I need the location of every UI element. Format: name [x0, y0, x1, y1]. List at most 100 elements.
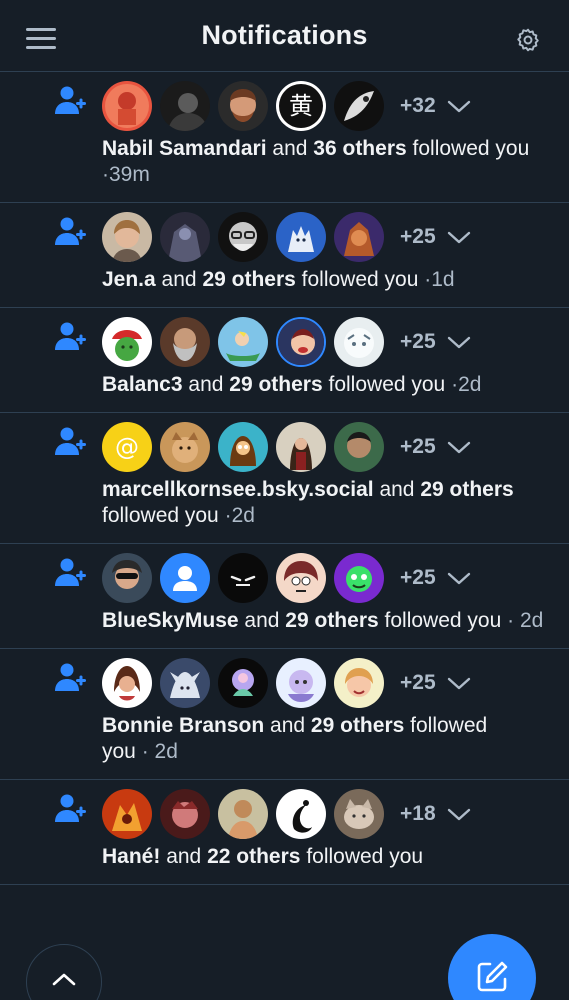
more-count: +25	[400, 225, 436, 248]
user-name[interactable]: Nabil Samandari	[102, 137, 267, 160]
timestamp: 2d	[154, 740, 178, 763]
timestamp: 1d	[431, 268, 455, 291]
person-plus-icon	[55, 558, 86, 586]
more-count: +25	[400, 330, 436, 353]
avatar[interactable]	[160, 789, 210, 839]
more-count: +25	[400, 435, 436, 458]
person-plus-icon	[55, 217, 86, 245]
avatar[interactable]	[276, 422, 326, 472]
more-count: +25	[400, 671, 436, 694]
avatar-row: +25	[102, 653, 553, 713]
avatar[interactable]	[102, 81, 152, 131]
avatar[interactable]	[334, 317, 384, 367]
menu-button[interactable]	[26, 28, 56, 52]
chevron-down-icon[interactable]	[446, 569, 472, 587]
person-plus-icon	[55, 86, 86, 114]
avatar[interactable]	[334, 658, 384, 708]
avatar-row: +25	[102, 207, 553, 267]
notification-text: Nabil Samandari and 36 others followed y…	[102, 137, 530, 186]
avatar[interactable]	[160, 658, 210, 708]
chevron-down-icon[interactable]	[446, 97, 472, 115]
avatar-row: 黄 +32	[102, 76, 553, 136]
person-plus-icon	[55, 322, 86, 350]
avatar[interactable]	[276, 553, 326, 603]
avatar-row: +18	[102, 784, 553, 844]
avatar[interactable]	[334, 553, 384, 603]
gear-icon[interactable]	[515, 27, 541, 53]
avatar[interactable]	[276, 212, 326, 262]
notification-text: Balanc3 and 29 others followed you ·2d	[102, 373, 482, 396]
scroll-to-top-button[interactable]	[26, 944, 102, 1000]
user-name[interactable]: Hané!	[102, 845, 160, 868]
page-title: Notifications	[201, 20, 368, 50]
avatar[interactable]	[276, 658, 326, 708]
avatar[interactable]	[218, 317, 268, 367]
avatar[interactable]	[160, 81, 210, 131]
notification-item[interactable]: +25 Balanc3 and 29 others followed you ·…	[0, 308, 569, 413]
svg-text:@: @	[115, 433, 139, 461]
user-name[interactable]: Balanc3	[102, 373, 183, 396]
person-plus-icon	[55, 663, 86, 691]
user-name[interactable]: Jen.a	[102, 268, 156, 291]
timestamp: 2d	[231, 504, 255, 527]
avatar-row: +25	[102, 548, 553, 608]
user-name[interactable]: Bonnie Branson	[102, 714, 264, 737]
timestamp: 2d	[519, 609, 544, 632]
avatar[interactable]	[276, 789, 326, 839]
menu-icon	[26, 28, 56, 31]
notifications-feed: 黄 +32 Nabil Samandari and 36 others foll…	[0, 72, 569, 885]
chevron-up-icon	[52, 973, 76, 986]
avatar[interactable]	[102, 212, 152, 262]
avatar[interactable]	[102, 789, 152, 839]
user-name[interactable]: marcellkornsee.bsky.social	[102, 478, 374, 501]
avatar[interactable]	[160, 317, 210, 367]
chevron-down-icon[interactable]	[446, 674, 472, 692]
notification-text: Hané! and 22 others followed you	[102, 845, 424, 868]
svg-text:黄: 黄	[289, 92, 313, 120]
notification-item[interactable]: +18 Hané! and 22 others followed you	[0, 780, 569, 885]
avatar-row: +25	[102, 312, 553, 372]
avatar[interactable]	[160, 422, 210, 472]
avatar[interactable]	[334, 212, 384, 262]
notification-text: Jen.a and 29 others followed you ·1d	[102, 268, 455, 291]
person-plus-icon	[55, 794, 86, 822]
avatar[interactable]: 黄	[276, 81, 326, 131]
avatar[interactable]	[276, 317, 326, 367]
avatar[interactable]	[218, 81, 268, 131]
notification-text: Bonnie Branson and 29 others followed yo…	[102, 714, 488, 763]
compose-button[interactable]	[448, 934, 536, 1000]
notification-text: marcellkornsee.bsky.social and 29 others…	[102, 478, 514, 527]
avatar[interactable]	[160, 212, 210, 262]
avatar[interactable]	[218, 212, 268, 262]
avatar[interactable]	[218, 658, 268, 708]
avatar[interactable]	[218, 422, 268, 472]
app-header: Notifications	[0, 0, 569, 72]
avatar[interactable]	[102, 658, 152, 708]
avatar[interactable]	[334, 422, 384, 472]
notification-item[interactable]: +25 Bonnie Branson and 29 others followe…	[0, 649, 569, 780]
notification-item[interactable]: @ +25 marcellkornsee.bsky.social and 29 …	[0, 413, 569, 544]
avatar[interactable]	[102, 553, 152, 603]
avatar[interactable]	[334, 789, 384, 839]
timestamp: 2d	[458, 373, 482, 396]
avatar[interactable]	[218, 553, 268, 603]
notification-item[interactable]: +25 BlueSkyMuse and 29 others followed y…	[0, 544, 569, 649]
chevron-down-icon[interactable]	[446, 228, 472, 246]
notification-item[interactable]: 黄 +32 Nabil Samandari and 36 others foll…	[0, 72, 569, 203]
notification-item[interactable]: +25 Jen.a and 29 others followed you ·1d	[0, 203, 569, 308]
compose-icon	[477, 961, 508, 992]
more-count: +25	[400, 566, 436, 589]
avatar[interactable]	[160, 553, 210, 603]
timestamp: 39m	[109, 163, 150, 186]
avatar[interactable]	[218, 789, 268, 839]
notification-text: BlueSkyMuse and 29 others followed you ·…	[102, 609, 544, 632]
chevron-down-icon[interactable]	[446, 438, 472, 456]
avatar-row: @ +25	[102, 417, 553, 477]
avatar[interactable]: @	[102, 422, 152, 472]
chevron-down-icon[interactable]	[446, 805, 472, 823]
more-count: +32	[400, 94, 436, 117]
chevron-down-icon[interactable]	[446, 333, 472, 351]
avatar[interactable]	[102, 317, 152, 367]
user-name[interactable]: BlueSkyMuse	[102, 609, 239, 632]
avatar[interactable]	[334, 81, 384, 131]
